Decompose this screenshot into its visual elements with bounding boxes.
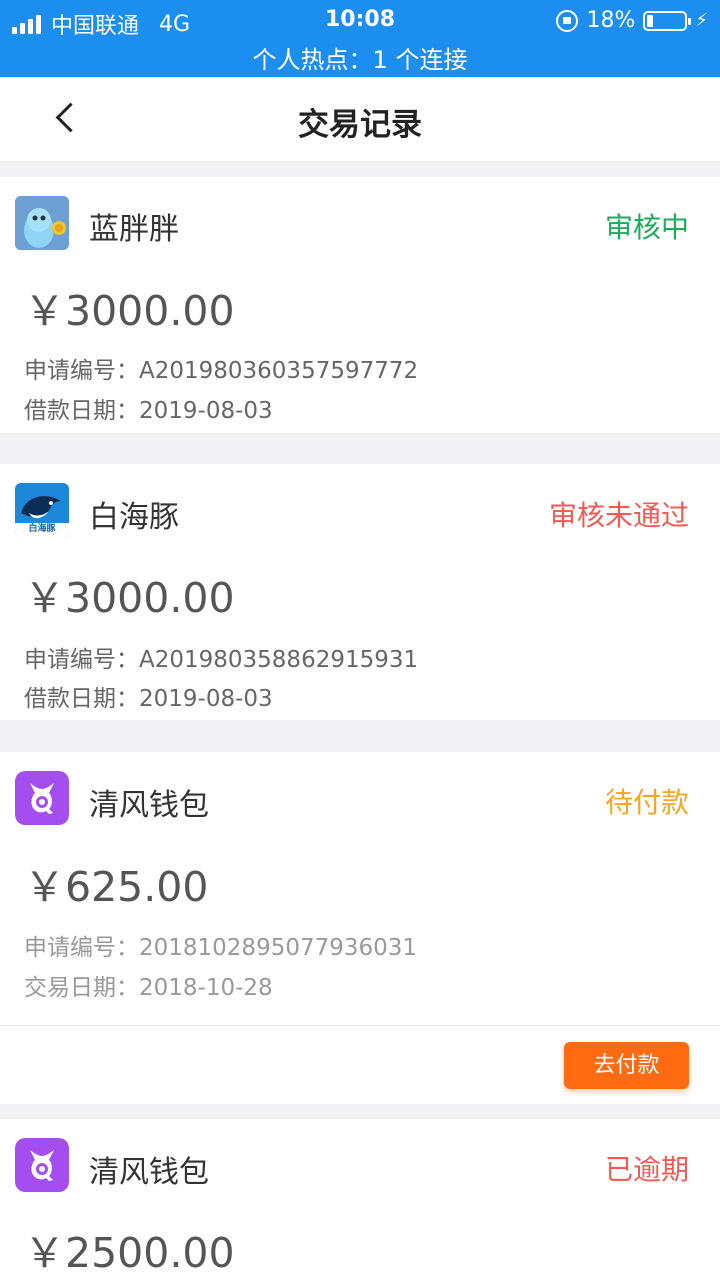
record-card[interactable]: 清风钱包 待付款 ￥625.00 申请编号：201810289507793603…	[0, 752, 720, 1025]
page-title: 交易记录	[298, 107, 422, 143]
loan-date: 借款日期：2019-08-03	[24, 391, 273, 425]
transaction-date-label: 交易日期：	[24, 975, 139, 1001]
card-action-row: 去付款	[0, 1025, 720, 1104]
loan-date-label: 借款日期：	[24, 686, 139, 712]
loan-date: 借款日期：2019-08-03	[24, 679, 273, 713]
record-card[interactable]: 白海豚 白海豚 审核未通过 ￥3000.00 申请编号：A20198035886…	[0, 464, 720, 720]
app-name: 蓝胖胖	[89, 212, 179, 247]
hotspot-banner[interactable]: 个人热点：1 个连接	[0, 40, 720, 74]
app-name: 清风钱包	[89, 788, 209, 823]
battery-percent: 18%	[586, 8, 636, 33]
loan-date-value: 2019-08-03	[139, 686, 273, 712]
application-id-value: A201980358862915931	[139, 647, 419, 673]
application-id: 申请编号：2018102895077936031	[24, 928, 417, 962]
application-id-value: A201980360357597772	[139, 358, 419, 384]
status-right: 18% ⚡	[556, 8, 708, 33]
transaction-date-value: 2018-10-28	[139, 975, 273, 1001]
transaction-date: 交易日期：2018-10-28	[24, 968, 273, 1002]
amount: ￥2500.00	[24, 1229, 235, 1277]
battery-fill	[647, 14, 654, 27]
loan-date-value: 2019-08-03	[139, 398, 273, 424]
record-card[interactable]: 清风钱包 已逾期 ￥2500.00	[0, 1119, 720, 1280]
pay-now-button[interactable]: 去付款	[564, 1042, 689, 1089]
status-badge: 审核中	[604, 211, 689, 244]
loan-date-label: 借款日期：	[24, 398, 139, 424]
application-id-label: 申请编号：	[24, 647, 139, 673]
status-bar: 中国联通 4G 10:08 18% ⚡ 个人热点：1 个连接	[0, 0, 720, 77]
amount: ￥3000.00	[24, 287, 235, 335]
application-id-label: 申请编号：	[24, 358, 139, 384]
purple-q-logo-icon	[15, 771, 69, 825]
blue-mascot-logo-icon	[15, 196, 69, 250]
application-id: 申请编号：A201980360357597772	[24, 351, 418, 385]
dolphin-logo-caption: 白海豚	[28, 524, 56, 534]
rotation-lock-icon	[556, 9, 579, 32]
app-name: 清风钱包	[89, 1155, 209, 1190]
dolphin-logo-icon: 白海豚	[15, 483, 69, 537]
application-id-label: 申请编号：	[24, 935, 139, 961]
battery-icon	[643, 10, 692, 31]
status-badge: 待付款	[604, 786, 689, 819]
amount: ￥3000.00	[24, 574, 235, 622]
application-id: 申请编号：A201980358862915931	[24, 640, 418, 674]
charging-bolt-icon: ⚡	[695, 10, 708, 31]
nav-bar: 交易记录	[0, 77, 720, 161]
status-badge: 已逾期	[604, 1153, 689, 1186]
amount: ￥625.00	[24, 863, 209, 911]
application-id-value: 2018102895077936031	[139, 935, 418, 961]
purple-q-logo-icon	[15, 1138, 69, 1192]
status-badge: 审核未通过	[548, 499, 689, 532]
record-card[interactable]: 蓝胖胖 审核中 ￥3000.00 申请编号：A20198036035759777…	[0, 177, 720, 433]
app-name: 白海豚	[89, 500, 179, 535]
